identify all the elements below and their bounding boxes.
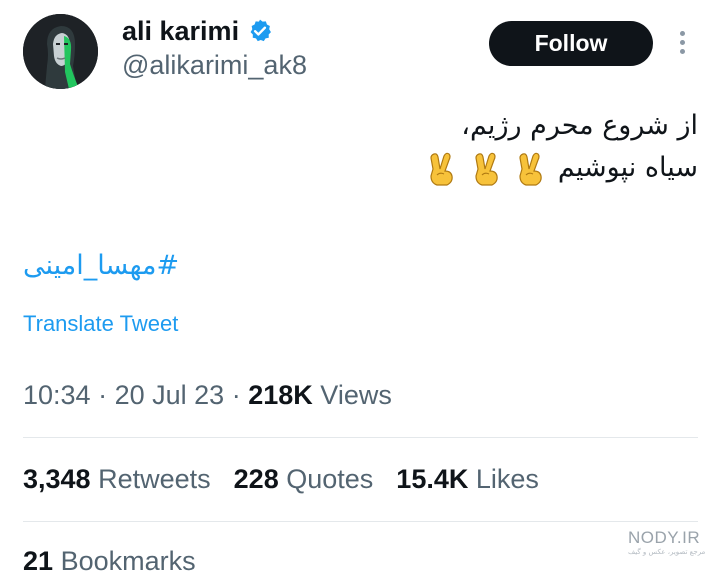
divider: [23, 521, 698, 522]
quotes-count: 228: [233, 464, 279, 494]
retweets-label: Retweets: [98, 464, 211, 494]
tweet-line-2: سیاه نپوشیم: [557, 152, 698, 183]
retweets-count: 3,348: [23, 464, 91, 494]
bookmarks-label: Bookmarks: [60, 546, 196, 576]
tweet-meta: 10:34 · 20 Jul 23 · 218K Views: [23, 380, 392, 411]
display-name[interactable]: ali karimi: [122, 16, 239, 47]
tweet-line-1: از شروع محرم رژیم،: [461, 110, 698, 141]
watermark: NODY.IR مرجع تصویر، عکس و گیف: [628, 528, 712, 556]
tweet-date[interactable]: 20 Jul 23: [115, 380, 225, 410]
translate-tweet-link[interactable]: Translate Tweet: [23, 311, 178, 337]
watermark-text: NODY.IR: [628, 528, 701, 547]
likes-stat[interactable]: 15.4K Likes: [396, 464, 539, 495]
likes-count: 15.4K: [396, 464, 469, 494]
retweets-stat[interactable]: 3,348 Retweets: [23, 464, 211, 495]
views-count: 218K: [248, 380, 313, 410]
name-row: ali karimi: [122, 14, 273, 48]
likes-label: Likes: [475, 464, 539, 494]
tweet-time[interactable]: 10:34: [23, 380, 91, 410]
views-label: Views: [320, 380, 392, 410]
engagement-stats: 3,348 Retweets 228 Quotes 15.4K Likes: [23, 464, 562, 495]
quotes-stat[interactable]: 228 Quotes: [234, 464, 374, 495]
meta-separator: ·: [98, 380, 108, 410]
hashtag-link[interactable]: #مهسا_امینی: [23, 250, 179, 281]
follow-button[interactable]: Follow: [489, 21, 653, 66]
verified-badge-icon: [250, 19, 272, 42]
victory-hand-emoji-icon: [519, 152, 543, 186]
user-handle[interactable]: @alikarimi_ak8: [122, 50, 307, 81]
avatar[interactable]: [23, 14, 98, 89]
bookmarks-stat[interactable]: 21 Bookmarks: [23, 546, 196, 577]
quotes-label: Quotes: [286, 464, 374, 494]
tweet-header: ali karimi @alikarimi_ak8 Follow: [0, 0, 720, 100]
bookmarks-count: 21: [23, 546, 54, 576]
watermark-subtext: مرجع تصویر، عکس و گیف: [628, 548, 706, 556]
divider: [23, 437, 698, 438]
tweet-text: از شروع محرم رژیم، سیاه نپوشیم: [98, 105, 698, 189]
tweet-line-2-row: سیاه نپوشیم: [98, 147, 698, 189]
meta-separator: ·: [231, 380, 241, 410]
victory-hand-emoji-icon: [430, 152, 453, 186]
avatar-image: [23, 14, 98, 89]
victory-hand-emoji-icon: [475, 152, 498, 186]
more-options-icon[interactable]: [670, 28, 694, 60]
